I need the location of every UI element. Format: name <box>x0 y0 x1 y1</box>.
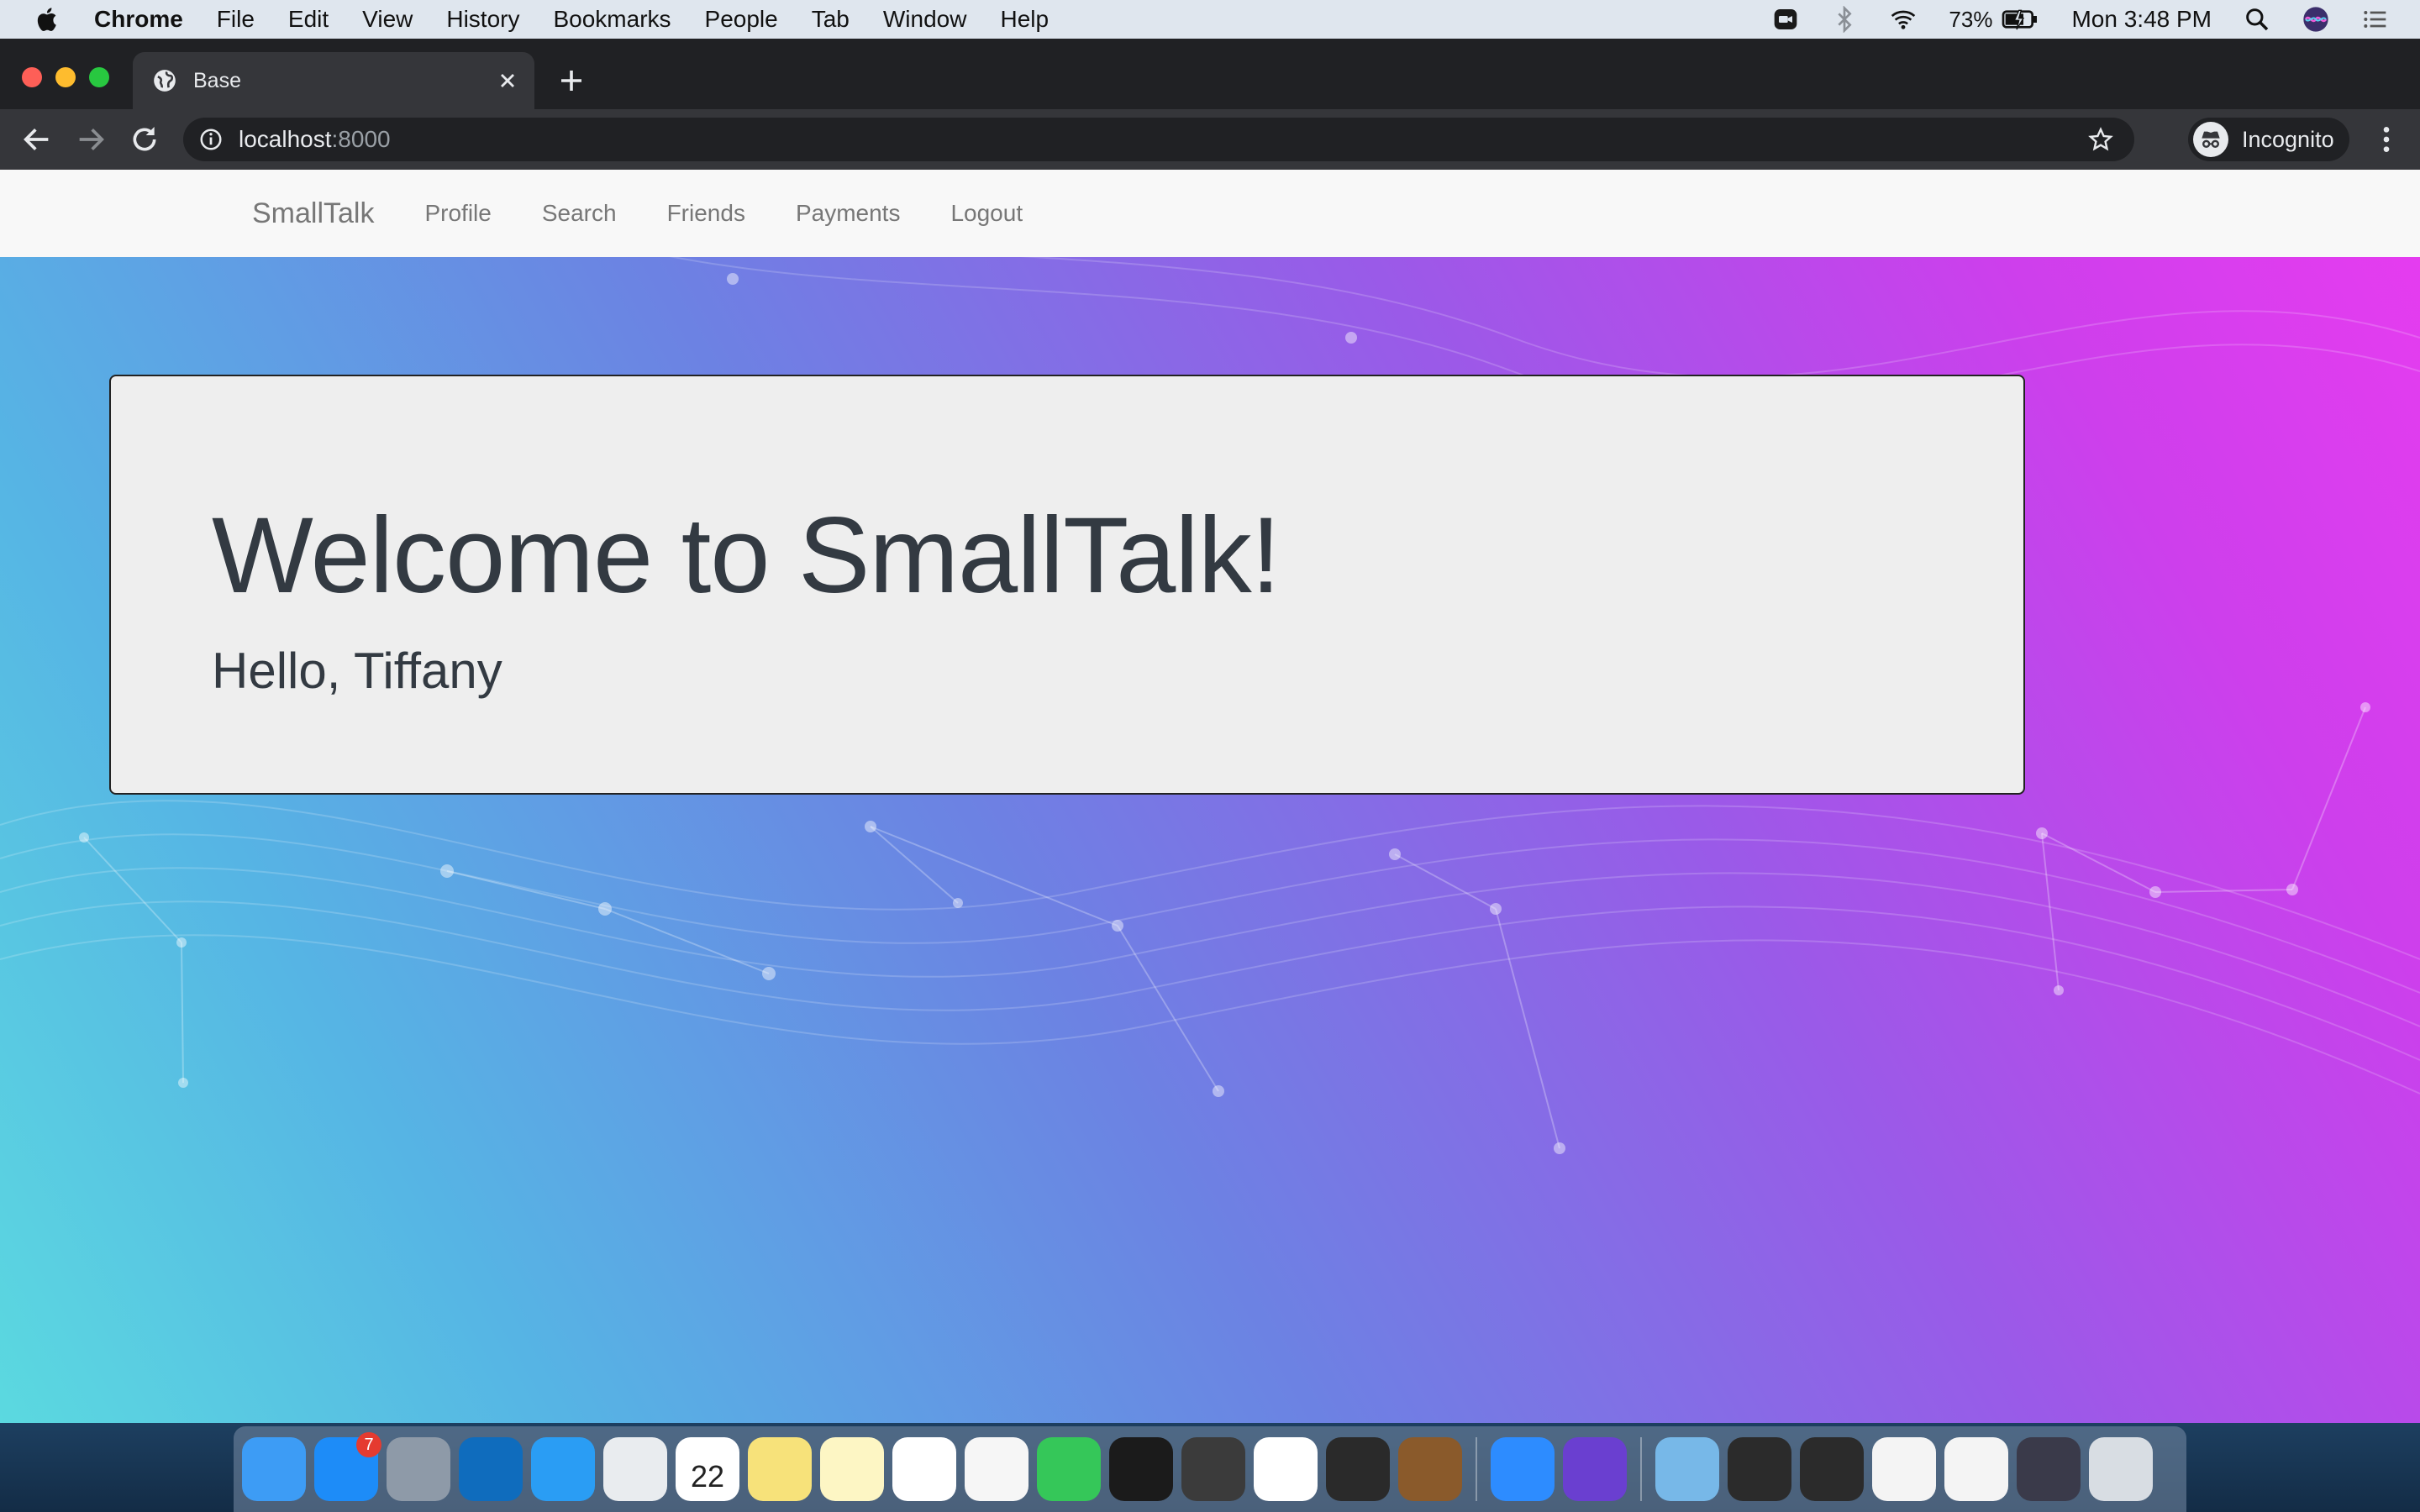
menu-view[interactable]: View <box>362 6 413 33</box>
nav-link-logout[interactable]: Logout <box>950 200 1023 227</box>
browser-tab-active[interactable]: Base <box>133 52 534 109</box>
chrome-icon[interactable] <box>603 1437 667 1501</box>
document-thumbnail-icon[interactable] <box>1872 1437 1936 1501</box>
reminders-icon[interactable] <box>892 1437 956 1501</box>
menu-tab[interactable]: Tab <box>812 6 850 33</box>
nav-link-search[interactable]: Search <box>542 200 617 227</box>
zoom-icon[interactable] <box>1491 1437 1555 1501</box>
window-zoom-button[interactable] <box>89 67 109 87</box>
macos-menu-bar: Chrome File Edit View History Bookmarks … <box>0 0 2420 39</box>
menu-window[interactable]: Window <box>883 6 967 33</box>
menubar-clock[interactable]: Mon 3:48 PM <box>2071 6 2212 33</box>
incognito-indicator[interactable]: Incognito <box>2188 118 2349 161</box>
launchpad-icon[interactable] <box>387 1437 450 1501</box>
notification-center-icon[interactable] <box>2361 6 2388 33</box>
menu-file[interactable]: File <box>217 6 255 33</box>
zoom-status-icon[interactable] <box>1772 6 1799 33</box>
window-thumbnail-icon[interactable] <box>2017 1437 2081 1501</box>
battery-icon[interactable] <box>2001 6 2039 33</box>
browser-menu-icon[interactable] <box>2370 123 2403 156</box>
sublime-text-icon[interactable] <box>1181 1437 1245 1501</box>
site-info-icon[interactable] <box>198 127 224 152</box>
macos-dock: 7 22 <box>234 1426 2186 1512</box>
browser-toolbar: localhost:8000 Incognito <box>0 109 2420 170</box>
window-minimize-button[interactable] <box>55 67 76 87</box>
address-bar[interactable]: localhost:8000 <box>183 118 2134 161</box>
dock-separator <box>1476 1437 1477 1501</box>
tab-title: Base <box>193 68 241 92</box>
browser-tab-strip: Base <box>0 39 2420 109</box>
site-navbar: SmallTalk Profile Search Friends Payment… <box>0 170 2420 257</box>
menu-app-name[interactable]: Chrome <box>94 6 183 33</box>
welcome-jumbotron: Welcome to SmallTalk! Hello, Tiffany <box>109 375 2025 795</box>
network-background-graphic <box>0 170 2420 1154</box>
outlook-icon[interactable] <box>459 1437 523 1501</box>
folder-icon[interactable] <box>1655 1437 1719 1501</box>
globe-icon <box>154 70 176 92</box>
forward-arrow-icon[interactable] <box>74 123 108 156</box>
app-store-icon[interactable]: 7 <box>314 1432 381 1501</box>
dock-separator <box>1640 1437 1642 1501</box>
notes-icon[interactable] <box>820 1437 884 1501</box>
url-port: :8000 <box>331 126 391 152</box>
window-close-button[interactable] <box>22 67 42 87</box>
close-tab-icon[interactable] <box>496 69 519 92</box>
photos-icon[interactable] <box>965 1437 1028 1501</box>
slack-icon[interactable] <box>1254 1437 1318 1501</box>
reload-icon[interactable] <box>128 123 161 156</box>
address-url: localhost:8000 <box>239 126 391 153</box>
nav-link-friends[interactable]: Friends <box>667 200 745 227</box>
facetime-icon[interactable] <box>1037 1437 1101 1501</box>
window-thumbnail-icon[interactable] <box>1728 1437 1791 1501</box>
document-thumbnail-icon[interactable] <box>1944 1437 2008 1501</box>
menu-history[interactable]: History <box>446 6 519 33</box>
back-arrow-icon[interactable] <box>20 123 54 156</box>
nav-link-payments[interactable]: Payments <box>796 200 901 227</box>
menu-help[interactable]: Help <box>1000 6 1049 33</box>
bookmark-star-icon[interactable] <box>2087 126 2114 153</box>
finder-icon[interactable] <box>242 1437 306 1501</box>
welcome-heading: Welcome to SmallTalk! <box>212 496 1281 616</box>
incognito-label: Incognito <box>2242 126 2334 152</box>
window-thumbnail-icon[interactable] <box>1800 1437 1864 1501</box>
page-viewport: SmallTalk Profile Search Friends Payment… <box>0 170 2420 1423</box>
menu-people[interactable]: People <box>705 6 778 33</box>
menu-edit[interactable]: Edit <box>288 6 329 33</box>
wifi-icon[interactable] <box>1890 6 1917 33</box>
battery-percent: 73% <box>1949 6 1993 32</box>
user-greeting: Hello, Tiffany <box>212 643 502 699</box>
terminal-icon[interactable] <box>1109 1437 1173 1501</box>
animal-app-icon[interactable] <box>1398 1437 1462 1501</box>
spotlight-search-icon[interactable] <box>2244 6 2270 33</box>
menu-bookmarks[interactable]: Bookmarks <box>553 6 671 33</box>
final-cut-icon[interactable] <box>1326 1437 1390 1501</box>
url-host: localhost <box>239 126 332 152</box>
incognito-icon <box>2193 122 2228 157</box>
calendar-date: 22 <box>690 1459 725 1494</box>
apple-logo-icon[interactable] <box>34 5 62 34</box>
new-tab-icon[interactable] <box>556 66 587 96</box>
site-brand-link[interactable]: SmallTalk <box>252 197 374 230</box>
stickies-icon[interactable] <box>748 1437 812 1501</box>
trash-icon[interactable] <box>2089 1437 2153 1501</box>
siri-icon[interactable] <box>2302 6 2329 33</box>
nav-link-profile[interactable]: Profile <box>424 200 491 227</box>
imovie-icon[interactable] <box>1563 1437 1627 1501</box>
calendar-icon[interactable]: 22 <box>676 1437 739 1501</box>
notification-badge: 7 <box>356 1432 381 1457</box>
safari-icon[interactable] <box>531 1437 595 1501</box>
bluetooth-icon[interactable] <box>1831 6 1858 33</box>
